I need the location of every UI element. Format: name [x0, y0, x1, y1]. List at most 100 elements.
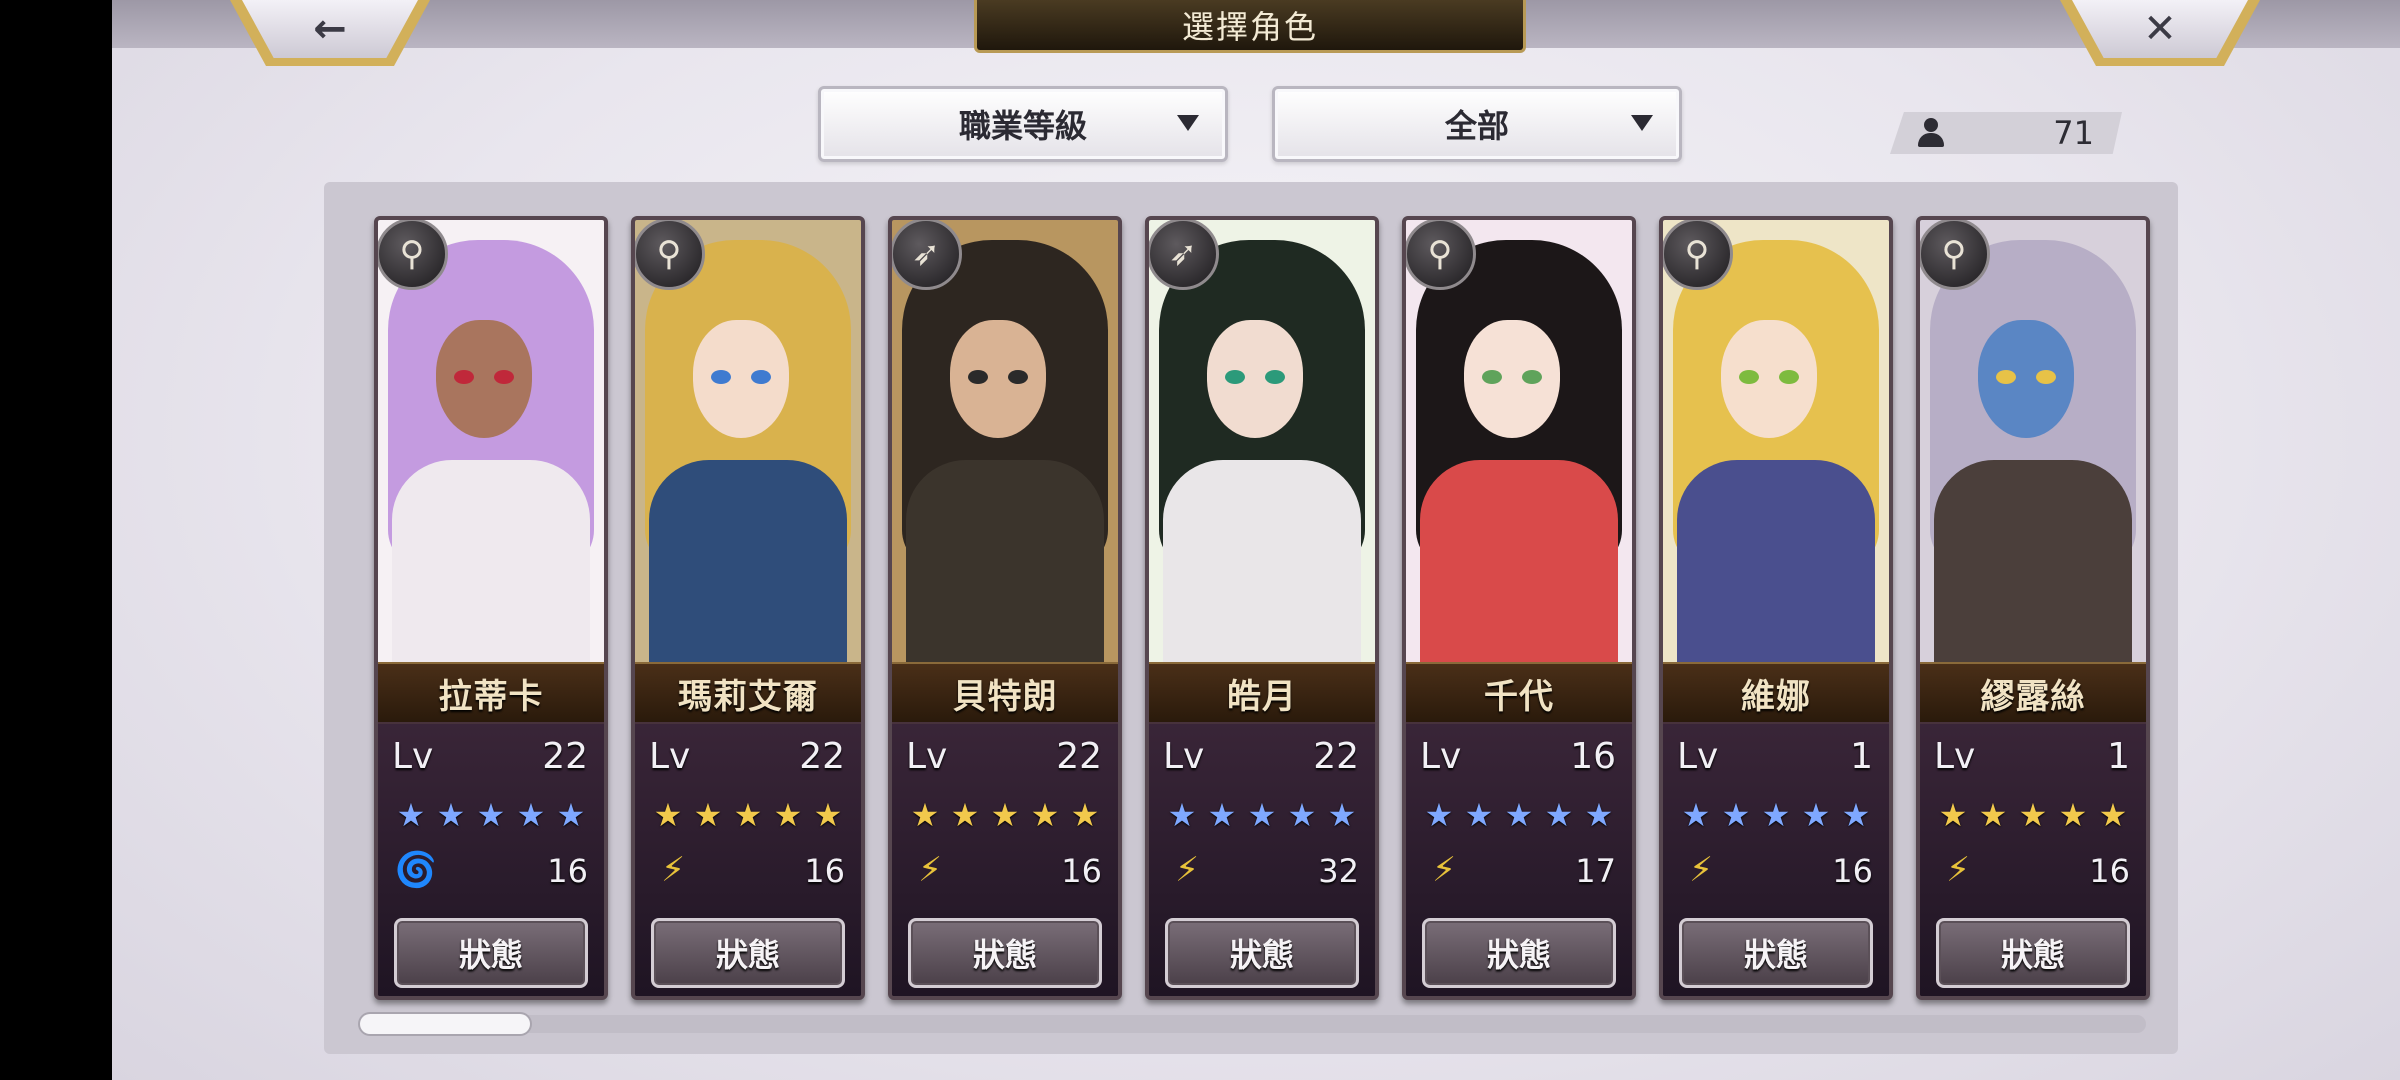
class-icon: ⚲	[1406, 220, 1476, 290]
attribute-value: 32	[1318, 852, 1359, 890]
rarity-stars: ★ ★ ★ ★ ★	[1934, 796, 2134, 834]
star-icon: ★	[1544, 796, 1574, 834]
rarity-stars: ★ ★ ★ ★ ★	[906, 796, 1106, 834]
attribute-value: 16	[547, 852, 588, 890]
star-icon: ★	[1584, 796, 1614, 834]
horizontal-scrollbar-track[interactable]	[360, 1015, 2146, 1033]
filter-dropdown[interactable]: 全部	[1272, 86, 1682, 162]
character-card[interactable]: ⚲ 拉蒂卡 Lv 22 ★ ★ ★ ★ ★ 🌀 16 狀態	[374, 216, 608, 1000]
star-icon: ★	[1247, 796, 1277, 834]
star-icon: ★	[1030, 796, 1060, 834]
character-name: 貝特朗	[892, 662, 1118, 724]
class-icon: ➶	[1149, 220, 1219, 290]
star-icon: ★	[693, 796, 723, 834]
roster-count: 71	[1890, 112, 2122, 154]
character-name: 維娜	[1663, 662, 1889, 724]
wind-vortex-icon: 🌀	[394, 850, 438, 890]
rarity-stars: ★ ★ ★ ★ ★	[392, 796, 592, 834]
level-value: 22	[799, 736, 845, 777]
level-label: Lv	[1934, 736, 1976, 777]
status-button[interactable]: 狀態	[1422, 918, 1616, 988]
status-button[interactable]: 狀態	[908, 918, 1102, 988]
back-arrow-icon: ←	[313, 6, 347, 52]
level-label: Lv	[392, 736, 434, 777]
star-icon: ★	[516, 796, 546, 834]
level-label: Lv	[1163, 736, 1205, 777]
status-button[interactable]: 狀態	[1936, 918, 2130, 988]
character-stats: Lv 1 ★ ★ ★ ★ ★ ⚡ 16 狀態	[1663, 722, 1889, 996]
level-value: 1	[1850, 736, 1873, 777]
character-card[interactable]: ➶ 貝特朗 Lv 22 ★ ★ ★ ★ ★ ⚡ 16 狀態	[888, 216, 1122, 1000]
character-stats: Lv 1 ★ ★ ★ ★ ★ ⚡ 16 狀態	[1920, 722, 2146, 996]
feather-icon: ⚡	[1689, 850, 1713, 890]
level-label: Lv	[906, 736, 948, 777]
star-icon: ★	[2098, 796, 2128, 834]
rarity-stars: ★ ★ ★ ★ ★	[1677, 796, 1877, 834]
character-card[interactable]: ⚲ 千代 Lv 16 ★ ★ ★ ★ ★ ⚡ 17 狀態	[1402, 216, 1636, 1000]
feather-icon: ⚡	[1946, 850, 1970, 890]
star-icon: ★	[556, 796, 586, 834]
level-label: Lv	[1420, 736, 1462, 777]
character-stats: Lv 22 ★ ★ ★ ★ ★ ⚡ 32 狀態	[1149, 722, 1375, 996]
star-icon: ★	[436, 796, 466, 834]
character-name: 繆露絲	[1920, 662, 2146, 724]
star-icon: ★	[1938, 796, 1968, 834]
status-button[interactable]: 狀態	[394, 918, 588, 988]
attribute-value: 16	[1832, 852, 1873, 890]
star-icon: ★	[1424, 796, 1454, 834]
star-icon: ★	[1327, 796, 1357, 834]
horizontal-scrollbar-thumb[interactable]	[360, 1014, 530, 1034]
star-icon: ★	[1721, 796, 1751, 834]
attribute-value: 17	[1575, 852, 1616, 890]
status-button[interactable]: 狀態	[1165, 918, 1359, 988]
filter-dropdown-label: 全部	[1444, 107, 1509, 145]
class-icon: ⚲	[1920, 220, 1990, 290]
star-icon: ★	[1681, 796, 1711, 834]
star-icon: ★	[476, 796, 506, 834]
star-icon: ★	[910, 796, 940, 834]
character-card[interactable]: ⚲ 維娜 Lv 1 ★ ★ ★ ★ ★ ⚡ 16 狀態	[1659, 216, 1893, 1000]
class-icon: ⚲	[378, 220, 448, 290]
star-icon: ★	[950, 796, 980, 834]
level-value: 22	[542, 736, 588, 777]
star-icon: ★	[2058, 796, 2088, 834]
rarity-stars: ★ ★ ★ ★ ★	[1163, 796, 1363, 834]
star-icon: ★	[653, 796, 683, 834]
rarity-stars: ★ ★ ★ ★ ★	[1420, 796, 1620, 834]
page-title: 選擇角色	[974, 0, 1526, 53]
character-card[interactable]: ⚲ 繆露絲 Lv 1 ★ ★ ★ ★ ★ ⚡ 16 狀態	[1916, 216, 2150, 1000]
star-icon: ★	[813, 796, 843, 834]
star-icon: ★	[1464, 796, 1494, 834]
star-icon: ★	[773, 796, 803, 834]
roster-count-value: 71	[2053, 114, 2094, 152]
character-name: 千代	[1406, 662, 1632, 724]
character-card[interactable]: ➶ 皓月 Lv 22 ★ ★ ★ ★ ★ ⚡ 32 狀態	[1145, 216, 1379, 1000]
star-icon: ★	[1207, 796, 1237, 834]
attribute-value: 16	[804, 852, 845, 890]
star-icon: ★	[1504, 796, 1534, 834]
chevron-down-icon	[1631, 115, 1653, 131]
star-icon: ★	[1167, 796, 1197, 834]
level-value: 1	[2107, 736, 2130, 777]
star-icon: ★	[990, 796, 1020, 834]
star-icon: ★	[1978, 796, 2008, 834]
star-icon: ★	[396, 796, 426, 834]
star-icon: ★	[2018, 796, 2048, 834]
character-name: 皓月	[1149, 662, 1375, 724]
person-icon	[1916, 118, 1946, 148]
status-button[interactable]: 狀態	[1679, 918, 1873, 988]
star-icon: ★	[1801, 796, 1831, 834]
class-icon: ➶	[892, 220, 962, 290]
sort-dropdown-label: 職業等級	[958, 107, 1087, 145]
character-card[interactable]: ⚲ 瑪莉艾爾 Lv 22 ★ ★ ★ ★ ★ ⚡ 16 狀態	[631, 216, 865, 1000]
feather-icon: ⚡	[661, 850, 685, 890]
level-label: Lv	[1677, 736, 1719, 777]
game-screen: ← ✕ 選擇角色 職業等級 全部 71 ⚲ 拉蒂卡 Lv 22 ★ ★ ★ ★ …	[0, 0, 2400, 1080]
status-button[interactable]: 狀態	[651, 918, 845, 988]
star-icon: ★	[1070, 796, 1100, 834]
sort-dropdown[interactable]: 職業等級	[818, 86, 1228, 162]
star-icon: ★	[733, 796, 763, 834]
level-value: 16	[1570, 736, 1616, 777]
level-value: 22	[1056, 736, 1102, 777]
feather-icon: ⚡	[1432, 850, 1456, 890]
